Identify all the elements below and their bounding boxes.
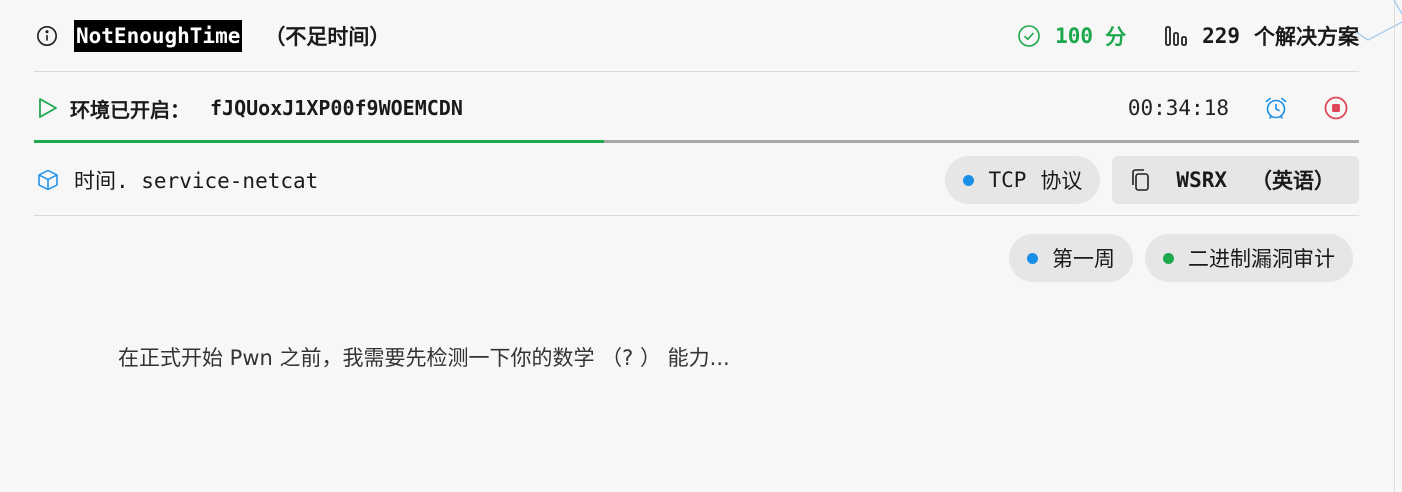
solves-count: 229 个解决方案 (1164, 21, 1359, 51)
solves-unit: 个解决方案 (1254, 25, 1359, 49)
divider (34, 215, 1359, 216)
environment-id: fJQUoxJ1XP00f9WOEMCDN (210, 96, 463, 120)
environment-timer: 00:34:18 (1127, 96, 1229, 120)
service-prefix: 时间 (74, 169, 116, 193)
info-icon[interactable] (36, 25, 58, 47)
check-circle-icon (1018, 25, 1040, 47)
challenge-header: NotEnoughTime （不足时间） 100 分 229 个解决方案 (34, 14, 1359, 58)
tags-row: 第一周 二进制漏洞审计 (34, 234, 1359, 282)
environment-progress-fill (34, 140, 604, 143)
protocol-label: TCP (988, 168, 1027, 192)
environment-progress-bar (34, 140, 1359, 143)
points-unit: 分 (1105, 25, 1127, 49)
environment-row: 环境已开启： fJQUoxJ1XP00f9WOEMCDN 00:34:18 (34, 86, 1359, 130)
tag-dot (1163, 252, 1174, 264)
alarm-clock-icon[interactable] (1263, 95, 1289, 121)
decorative-line (1356, 0, 1402, 41)
stop-icon[interactable] (1323, 95, 1349, 121)
tag-label: 第一周 (1052, 247, 1115, 271)
protocol-label-cn: 协议 (1040, 169, 1083, 193)
wsrx-copy-button[interactable]: WSRX （英语） (1112, 156, 1359, 204)
protocol-badge: TCP 协议 (945, 156, 1101, 204)
panel-border (1394, 0, 1395, 492)
points-value: 100 (1055, 24, 1094, 48)
challenge-panel: NotEnoughTime （不足时间） 100 分 229 个解决方案 环境已… (0, 0, 1394, 492)
environment-status-label: 环境已开启： (70, 97, 190, 122)
bar-chart-icon (1165, 26, 1187, 46)
protocol-dot (963, 174, 975, 186)
challenge-title: NotEnoughTime (74, 20, 243, 52)
service-id: . service-netcat (116, 169, 319, 193)
box-icon (38, 169, 58, 191)
copy-icon (1132, 169, 1150, 191)
wsrx-label-cn: （英语） (1251, 169, 1335, 193)
play-icon (39, 98, 57, 118)
points-badge: 100 分 (1017, 21, 1126, 51)
tag-dot (1027, 252, 1038, 264)
challenge-description: 在正式开始 Pwn 之前，我需要先检测一下你的数学 （? ） 能力... (118, 346, 730, 370)
tag-category[interactable]: 二进制漏洞审计 (1145, 234, 1353, 282)
challenge-title-translation: （不足时间） (264, 25, 391, 49)
service-name: 时间. service-netcat (74, 165, 318, 195)
wsrx-label: WSRX (1176, 168, 1227, 192)
tag-label: 二进制漏洞审计 (1188, 247, 1335, 271)
divider (34, 71, 1359, 72)
solves-value: 229 (1202, 24, 1240, 48)
tag-week[interactable]: 第一周 (1009, 234, 1133, 282)
service-row: 时间. service-netcat TCP 协议 WSRX （英语） (34, 156, 1359, 204)
